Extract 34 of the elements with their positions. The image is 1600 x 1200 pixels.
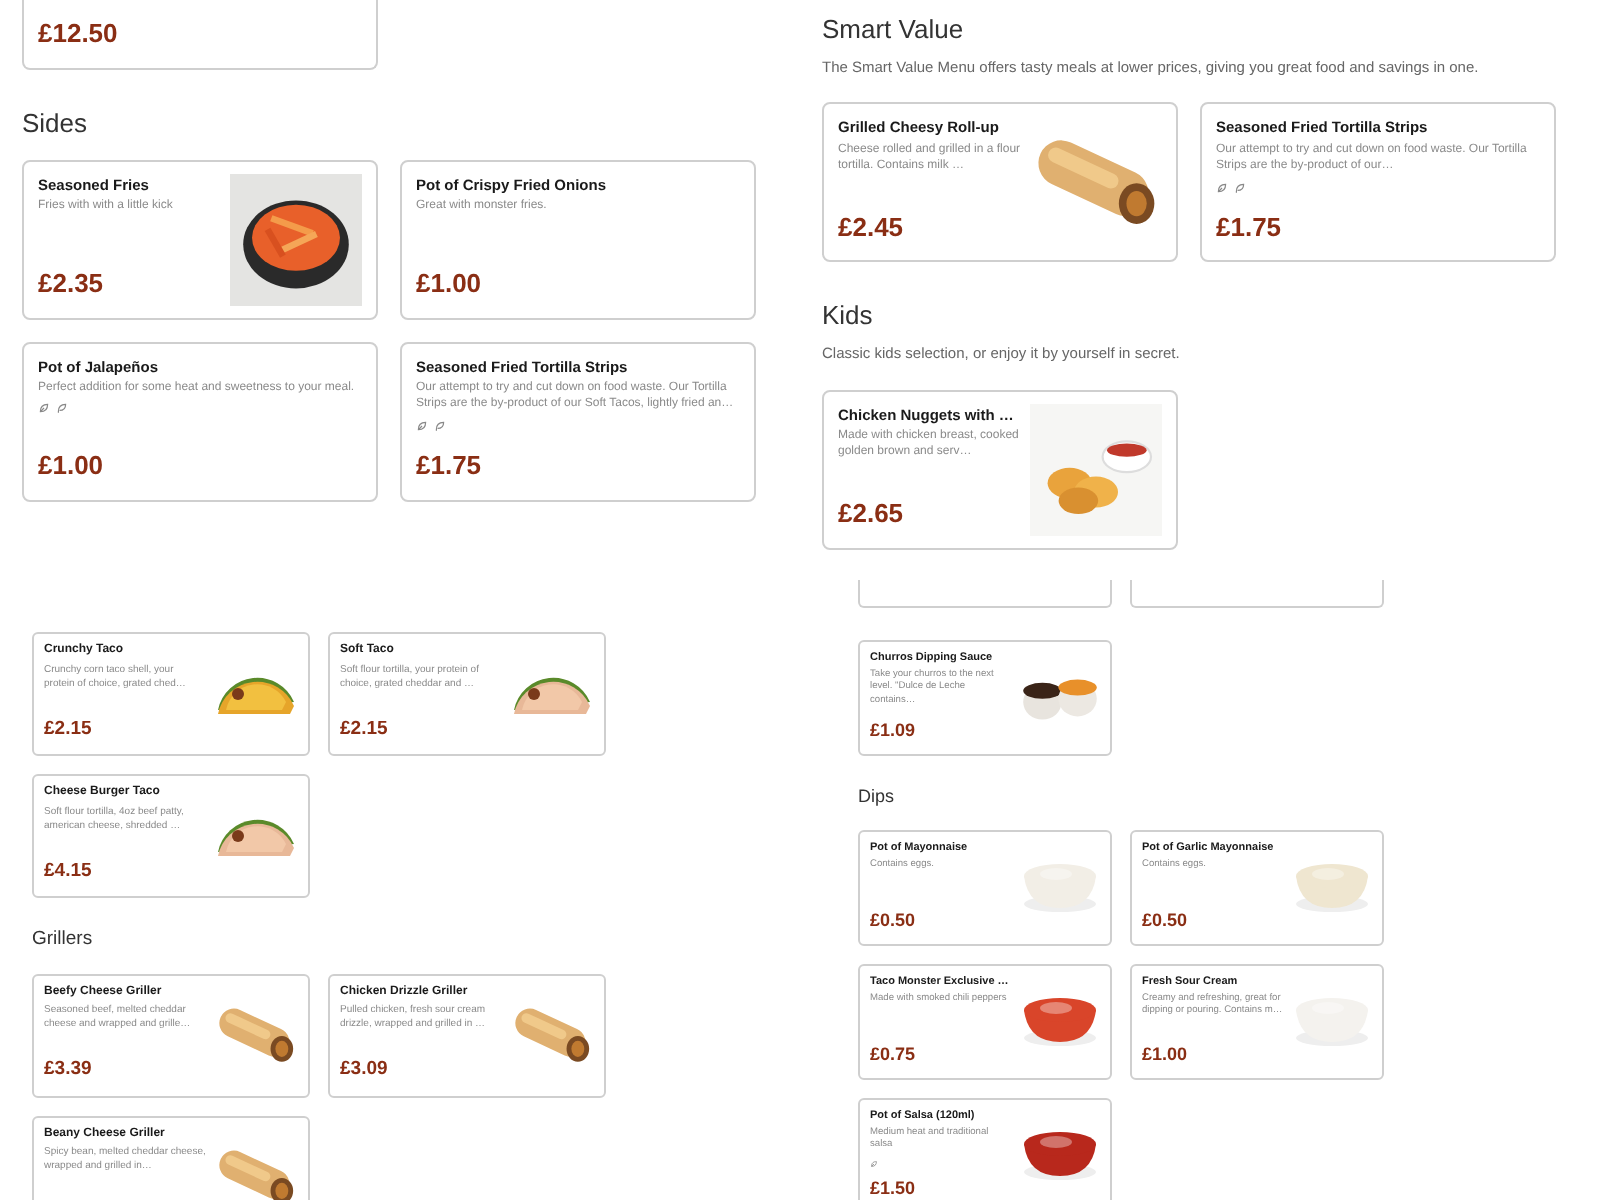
price: £3.39 bbox=[44, 1056, 94, 1085]
sprout-icon bbox=[1234, 181, 1246, 194]
section-heading: Smart Value bbox=[822, 16, 966, 42]
section-heading: Sides bbox=[22, 109, 90, 135]
price: £1.50 bbox=[870, 1175, 918, 1200]
price: £3.09 bbox=[340, 1056, 390, 1085]
price: £2.15 bbox=[340, 715, 390, 744]
price: £0.75 bbox=[870, 1041, 918, 1067]
price: £1.00 bbox=[38, 448, 106, 484]
price: £12.50 bbox=[38, 16, 120, 52]
price: £0.50 bbox=[1142, 907, 1190, 933]
price: £2.65 bbox=[838, 496, 906, 532]
sprout-icon bbox=[56, 402, 68, 415]
leaf-icon bbox=[416, 419, 428, 432]
menu-card[interactable] bbox=[1130, 580, 1384, 608]
price: £0.50 bbox=[870, 907, 918, 933]
price: £4.15 bbox=[44, 857, 94, 886]
sprout-icon bbox=[434, 419, 446, 432]
menu-card[interactable] bbox=[858, 580, 1112, 608]
menu-card[interactable]: £12.50 bbox=[22, 0, 378, 69]
section-heading: Dips bbox=[858, 788, 897, 806]
price: £2.35 bbox=[38, 266, 106, 302]
leaf-icon bbox=[1216, 181, 1228, 194]
leaf-icon bbox=[870, 1159, 878, 1168]
price: £1.00 bbox=[1142, 1041, 1190, 1067]
price: £1.09 bbox=[870, 717, 918, 743]
price: £1.75 bbox=[416, 448, 484, 484]
price: £1.75 bbox=[1216, 209, 1284, 246]
section-heading: Kids bbox=[822, 302, 875, 329]
price: £1.00 bbox=[416, 266, 484, 302]
price: £2.45 bbox=[838, 209, 906, 246]
leaf-icon bbox=[38, 402, 50, 415]
section-heading: Grillers bbox=[32, 930, 95, 949]
price: £2.15 bbox=[44, 715, 94, 744]
